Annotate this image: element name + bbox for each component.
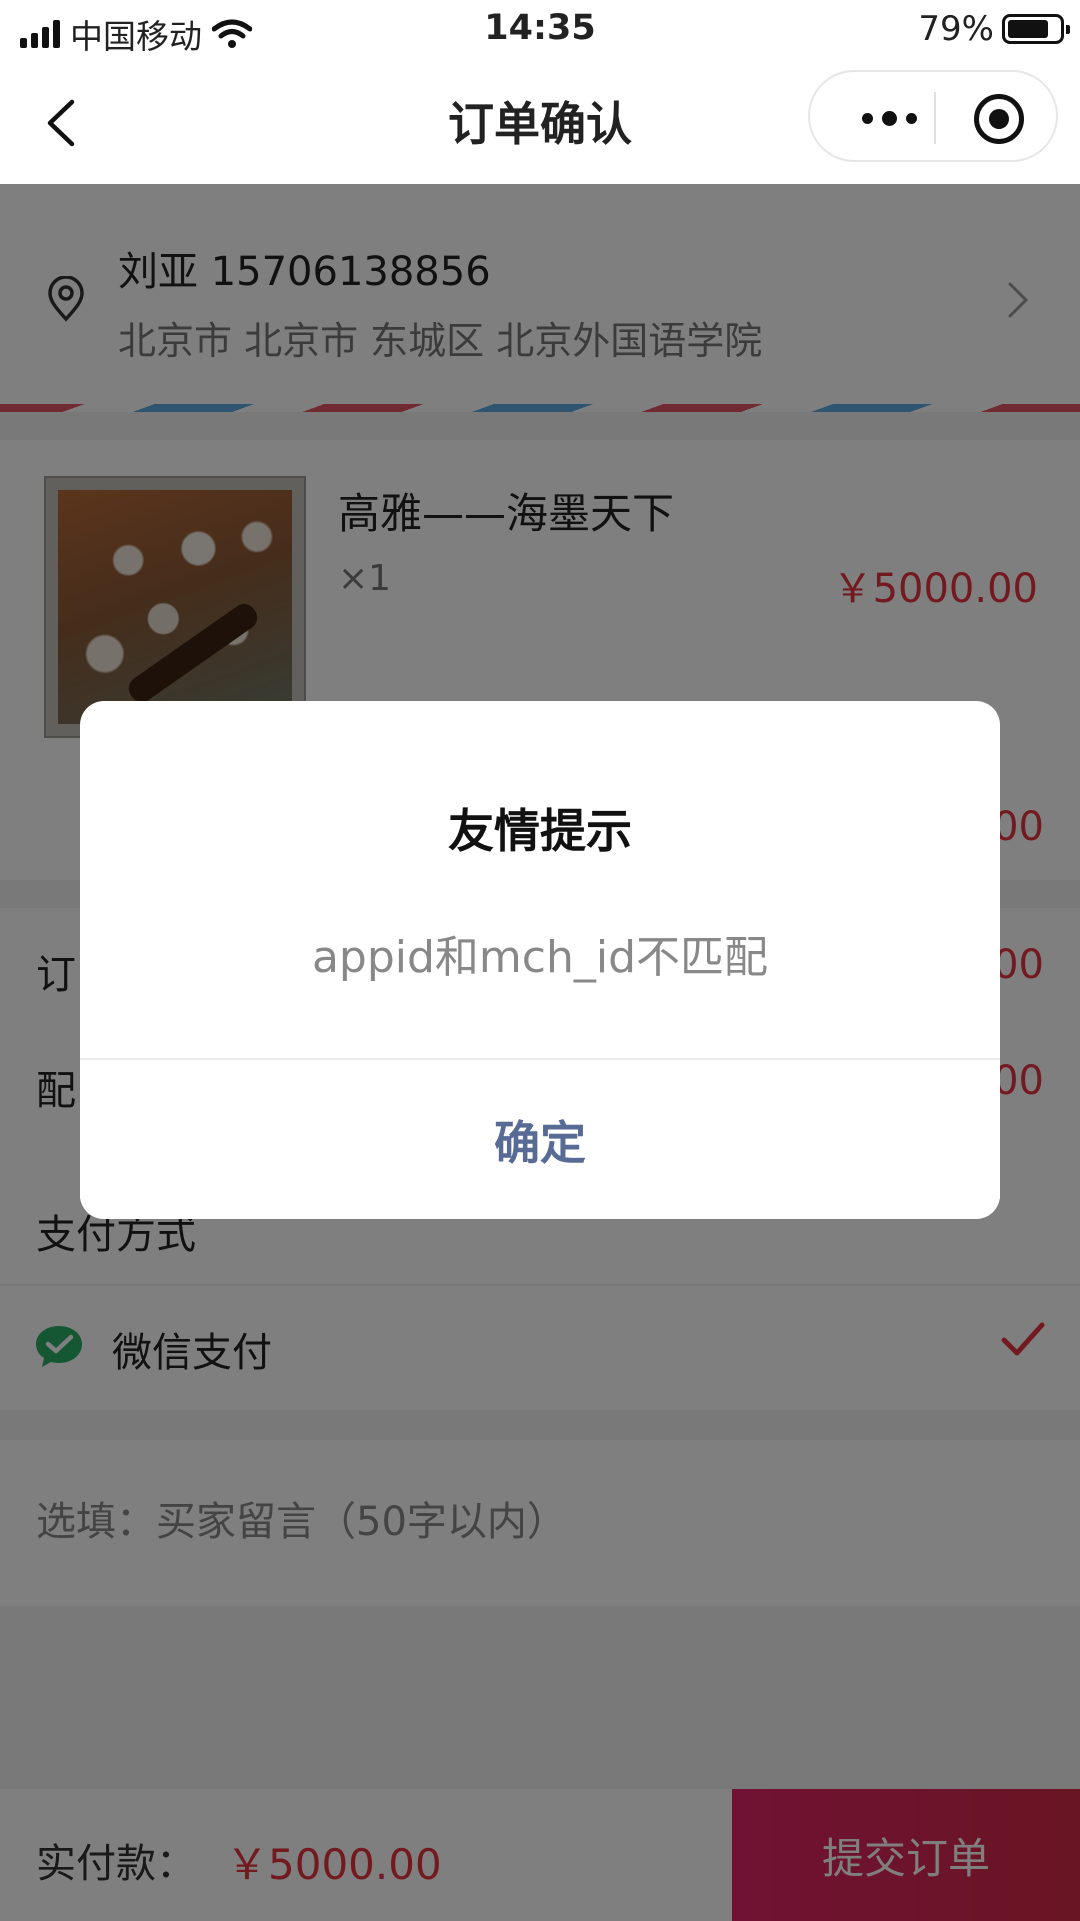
capsule-divider [934, 92, 936, 144]
more-icon[interactable] [844, 98, 934, 138]
battery-percent: 79% [918, 9, 994, 49]
nav-bar: 订单确认 [0, 60, 1080, 184]
alert-dialog: 友情提示 appid和mch_id不匹配 确定 [80, 701, 1000, 1219]
battery-icon [1002, 14, 1070, 44]
dialog-confirm-button[interactable]: 确定 [80, 1060, 1000, 1219]
status-right: 79% [918, 9, 1070, 49]
battery-level [1008, 20, 1048, 38]
mini-program-capsule [808, 70, 1058, 162]
close-mini-program-icon[interactable] [974, 94, 1024, 144]
status-bar: 中国移动 14:35 79% [0, 0, 1080, 60]
dialog-message: appid和mch_id不匹配 [311, 932, 769, 983]
dialog-title: 友情提示 [448, 804, 632, 858]
